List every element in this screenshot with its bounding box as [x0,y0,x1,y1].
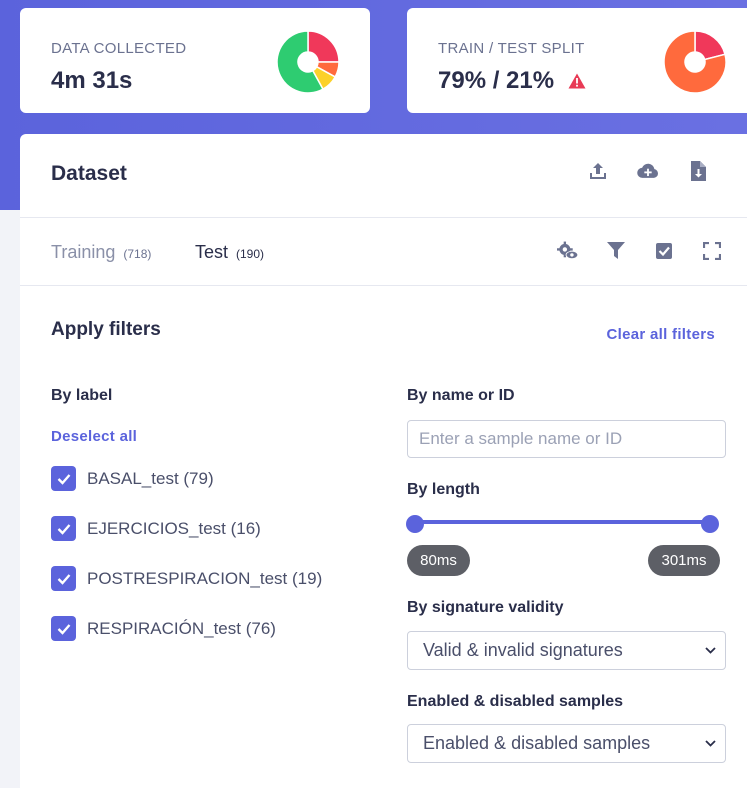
tab-training-count: (718) [123,247,152,261]
length-slider-max-handle[interactable] [701,515,719,533]
length-slider-track[interactable] [415,520,711,524]
checkbox[interactable] [51,566,76,591]
train-test-split-card: TRAIN / TEST SPLIT 79% / 21% [407,8,747,113]
dataset-toolbar [557,240,723,262]
tab-test[interactable]: Test (190) [195,242,264,263]
tab-test-label: Test [195,242,229,262]
label-checkbox-text: RESPIRACIÓN_test (76) [87,618,276,638]
warning-triangle-icon [568,73,586,89]
check-icon [57,623,70,635]
train-test-split-label: TRAIN / TEST SPLIT [438,40,585,57]
chevron-down-icon [705,647,716,654]
check-icon [57,573,70,585]
checkbox[interactable] [51,466,76,491]
label-checkbox-row[interactable]: POSTRESPIRACION_test (19) [51,566,322,591]
train-test-split-donut-chart [663,30,727,94]
tab-test-count: (190) [236,247,265,261]
label-checkbox-text: POSTRESPIRACION_test (19) [87,568,323,588]
select-check-icon[interactable] [653,240,675,262]
dataset-card-header: Dataset [20,134,747,218]
train-test-split-value: 79% / 21% [438,67,586,95]
filter-icon[interactable] [605,240,627,262]
data-collected-value-text: 4m 31s [51,67,133,94]
chevron-down-icon [705,740,716,747]
deselect-all-link[interactable]: Deselect all [51,428,137,445]
train-test-split-value-text: 79% / 21% [438,67,555,94]
data-collected-card: DATA COLLECTED 4m 31s [20,8,370,113]
check-icon [57,473,70,485]
data-collected-donut-slice-1 [307,30,340,63]
dataset-card: Dataset Training (718) Test (190) Apply … [20,134,747,788]
data-collected-value: 4m 31s [51,67,132,95]
filters-panel: Apply filters Clear all filters By label… [20,286,747,786]
data-collected-label: DATA COLLECTED [51,40,187,57]
by-label-heading: By label [51,387,113,404]
dataset-title: Dataset [51,162,127,185]
signature-validity-selected: Valid & invalid signatures [423,640,623,660]
checkbox[interactable] [51,516,76,541]
cloud-add-icon[interactable] [637,160,659,182]
label-checkbox-row[interactable]: EJERCICIOS_test (16) [51,516,261,541]
label-checkbox-text: BASAL_test (79) [87,468,214,488]
by-length-heading: By length [407,481,480,498]
check-icon [57,523,70,535]
dataset-tabs: Training (718) Test (190) [20,218,747,286]
enabled-samples-heading: Enabled & disabled samples [407,693,624,710]
tab-training-label: Training [51,242,116,262]
label-checkbox-row[interactable]: RESPIRACIÓN_test (76) [51,616,276,641]
label-checkbox-row[interactable]: BASAL_test (79) [51,466,214,491]
data-collected-donut-chart [276,30,340,94]
clear-all-filters-link[interactable]: Clear all filters [607,326,715,343]
length-min-value: 80ms [407,545,470,576]
dataset-header-actions [587,160,709,182]
by-name-heading: By name or ID [407,387,515,404]
label-checkbox-text: EJERCICIOS_test (16) [87,518,261,538]
enabled-samples-select[interactable]: Enabled & disabled samples [407,724,726,763]
checkbox[interactable] [51,616,76,641]
tab-training[interactable]: Training (718) [51,242,151,263]
file-download-icon[interactable] [687,160,709,182]
filters-title: Apply filters [51,319,161,340]
sample-search-input[interactable] [407,420,726,458]
settings-eye-icon[interactable] [557,240,579,262]
length-max-value: 301ms [648,545,720,576]
by-signature-heading: By signature validity [407,599,564,616]
fullscreen-icon[interactable] [701,240,723,262]
signature-validity-select[interactable]: Valid & invalid signatures [407,631,726,670]
upload-icon[interactable] [587,160,609,182]
length-slider-min-handle[interactable] [406,515,424,533]
enabled-samples-selected: Enabled & disabled samples [423,733,651,753]
